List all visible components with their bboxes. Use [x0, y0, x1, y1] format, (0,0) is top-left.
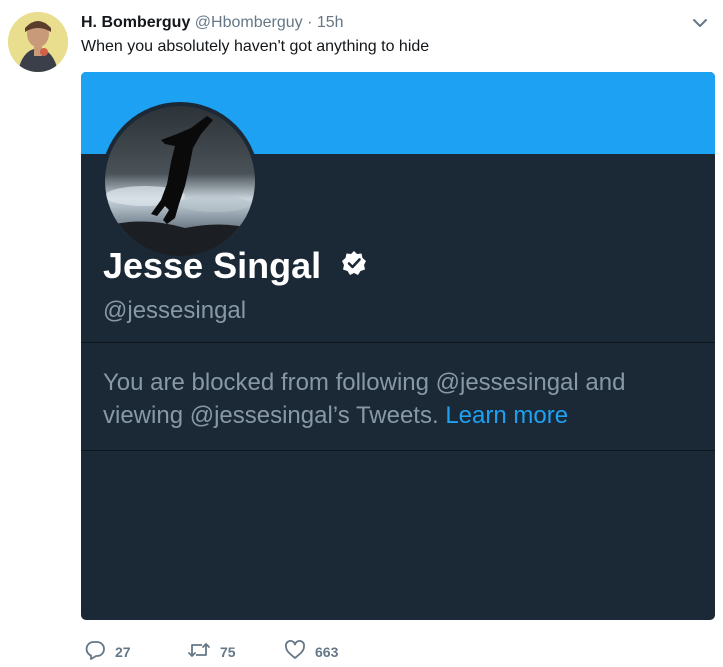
divider — [81, 342, 715, 343]
profile-name: Jesse Singal — [103, 244, 367, 288]
like-button[interactable]: 663 — [284, 639, 339, 666]
profile-picture — [101, 102, 259, 260]
profile-name-text: Jesse Singal — [103, 245, 322, 286]
retweet-count: 75 — [220, 644, 236, 660]
profile-handle: @jessesingal — [103, 297, 247, 324]
separator-dot: · — [307, 14, 313, 31]
learn-more-link[interactable]: Learn more — [445, 402, 568, 429]
chevron-down-icon[interactable] — [691, 14, 709, 32]
retweet-icon — [187, 639, 211, 666]
attached-image-card[interactable]: Jesse Singal @jessesingal You are blocke… — [81, 72, 715, 620]
tweet: H. Bomberguy @Hbomberguy · 15h When you … — [0, 0, 723, 667]
retweet-button[interactable]: 75 — [187, 640, 236, 664]
reply-icon — [84, 639, 106, 666]
heart-icon — [284, 639, 306, 666]
blocked-message: You are blocked from following @jessesin… — [103, 366, 703, 432]
divider — [81, 450, 715, 451]
like-count: 663 — [315, 644, 339, 660]
reply-count: 27 — [115, 644, 131, 660]
author-handle[interactable]: @Hbomberguy — [195, 14, 303, 31]
tweet-header: H. Bomberguy @Hbomberguy · 15h — [81, 13, 344, 33]
verified-badge-icon — [341, 242, 367, 286]
tweet-text: When you absolutely haven't got anything… — [81, 38, 430, 55]
tweet-timestamp[interactable]: 15h — [317, 14, 344, 31]
author-name[interactable]: H. Bomberguy — [81, 14, 190, 31]
author-avatar[interactable] — [8, 12, 68, 72]
reply-button[interactable]: 27 — [84, 640, 131, 664]
